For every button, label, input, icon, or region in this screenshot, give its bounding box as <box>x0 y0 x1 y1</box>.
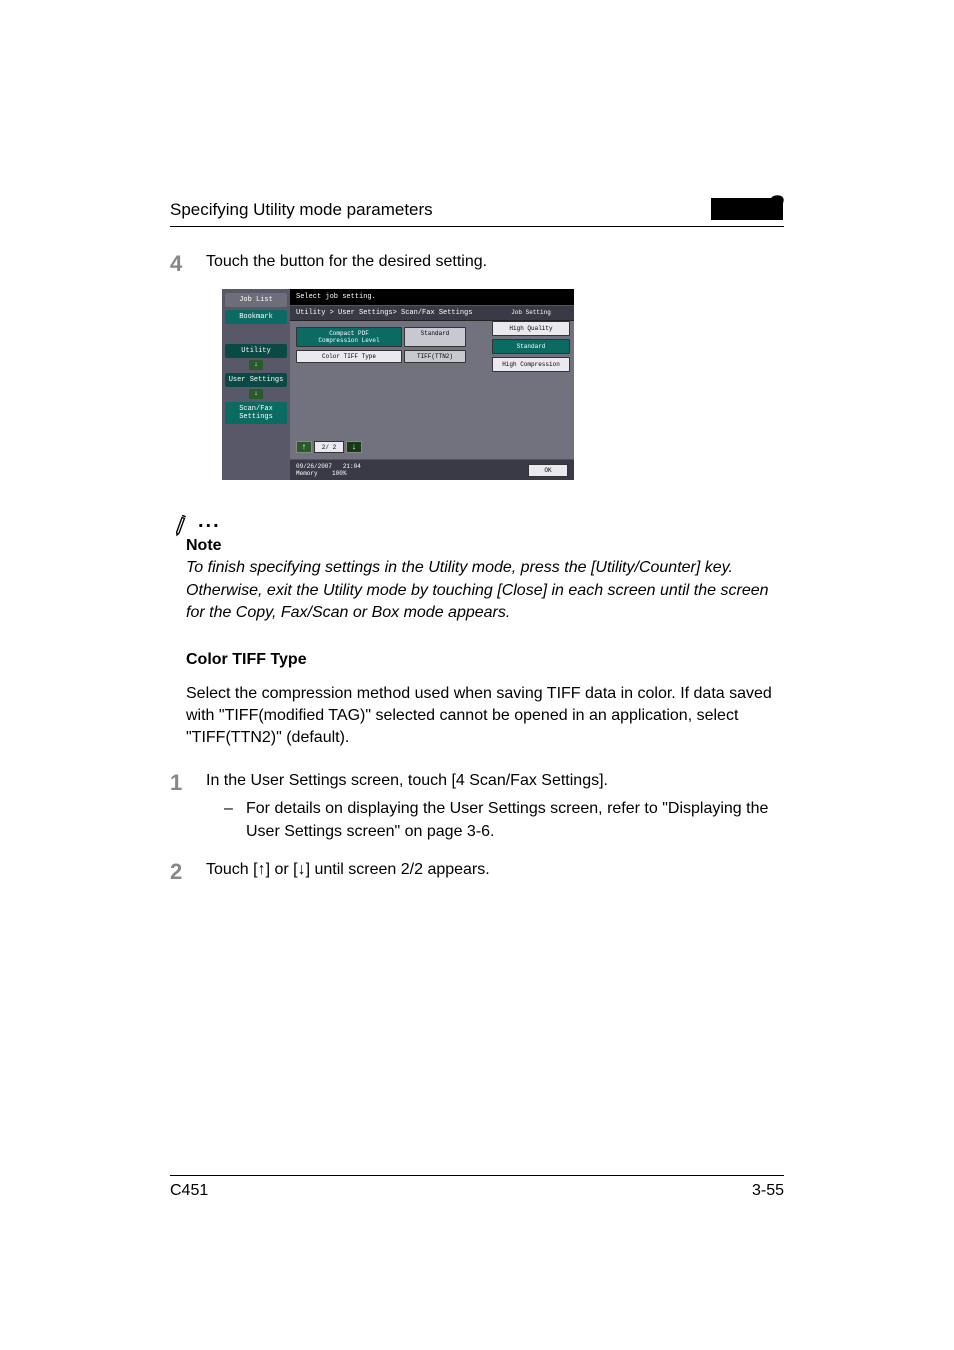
ss-right-panel: Select job setting. Utility > User Setti… <box>290 289 574 480</box>
ss-status-bar: 09/26/2007 21:04 Memory 100% OK <box>290 459 574 480</box>
step-number: 2 <box>170 859 206 883</box>
chapter-number-box: 3 <box>711 190 784 220</box>
ss-btn-standard[interactable]: Standard <box>492 339 570 354</box>
note-dots: ... <box>198 510 221 533</box>
ss-row-color-tiff: Color TIFF Type TIFF(TTN2) <box>296 350 466 363</box>
step-number: 4 <box>170 251 206 275</box>
chevron-down-icon: ↓ <box>249 389 263 399</box>
ss-job-setting-label: Job Setting <box>492 307 570 318</box>
ss-main-area: Compact PDF Compression Level Standard C… <box>290 321 574 459</box>
ss-tab-scan-fax[interactable]: Scan/Fax Settings <box>225 402 287 424</box>
footer-model: C451 <box>170 1182 208 1200</box>
note-body: To finish specifying settings in the Uti… <box>186 557 784 624</box>
footer-page-number: 3-55 <box>752 1182 784 1200</box>
ss-status-left: 09/26/2007 21:04 Memory 100% <box>296 463 361 477</box>
note-label: Note <box>186 537 784 555</box>
dash: – <box>224 798 246 843</box>
note-block: ... Note To finish specifying settings i… <box>170 510 784 624</box>
step-1: 1 In the User Settings screen, touch [4 … <box>170 770 784 843</box>
page: Specifying Utility mode parameters 3 4 T… <box>0 0 954 1350</box>
page-footer: C451 3-55 <box>170 1175 784 1200</box>
step-sub-text: For details on displaying the User Setti… <box>246 798 784 843</box>
ss-job-setting-col: Job Setting High Quality Standard High C… <box>492 307 570 372</box>
ss-val-compact-pdf: Standard <box>404 327 466 347</box>
ss-left-panel: Job List Bookmark Utility ↓ User Setting… <box>222 289 290 480</box>
step-text: In the User Settings screen, touch [4 Sc… <box>206 770 784 792</box>
ss-row-compact-pdf: Compact PDF Compression Level Standard <box>296 327 466 347</box>
ss-instruction: Select job setting. <box>290 289 574 305</box>
running-head-title: Specifying Utility mode parameters <box>170 200 433 220</box>
ss-status-mem-value: 100% <box>332 470 346 477</box>
note-head: ... <box>170 510 784 535</box>
ss-page-up-button[interactable]: ↑ <box>296 441 312 453</box>
step-2: 2 Touch [↑] or [↓] until screen 2/2 appe… <box>170 859 784 883</box>
ss-tab-user-settings[interactable]: User Settings <box>225 373 287 387</box>
chevron-down-icon: ↓ <box>249 360 263 370</box>
ss-tab-utility[interactable]: Utility <box>225 344 287 358</box>
step-sub-bullet: – For details on displaying the User Set… <box>206 798 784 843</box>
ok-button[interactable]: OK <box>528 464 568 477</box>
ss-page-number: 2/ 2 <box>314 441 344 453</box>
ss-pager: ↑ 2/ 2 ↓ <box>296 441 362 453</box>
step-number: 1 <box>170 770 206 843</box>
ss-val-color-tiff: TIFF(TTN2) <box>404 350 466 363</box>
section-title: Color TIFF Type <box>186 651 784 669</box>
step-4: 4 Touch the button for the desired setti… <box>170 251 784 275</box>
body-paragraph: Select the compression method used when … <box>186 683 784 750</box>
chapter-number: 3 <box>767 190 784 224</box>
ss-btn-color-tiff[interactable]: Color TIFF Type <box>296 350 402 363</box>
step-body: In the User Settings screen, touch [4 Sc… <box>206 770 784 843</box>
running-head: Specifying Utility mode parameters 3 <box>170 190 784 227</box>
ss-status-mem-label: Memory <box>296 470 318 477</box>
ss-btn-high-quality[interactable]: High Quality <box>492 321 570 336</box>
ss-status-time: 21:04 <box>343 463 361 470</box>
ss-btn-compact-pdf[interactable]: Compact PDF Compression Level <box>296 327 402 347</box>
device-screenshot: Job List Bookmark Utility ↓ User Setting… <box>222 289 784 480</box>
step-text: Touch [↑] or [↓] until screen 2/2 appear… <box>206 859 784 883</box>
ss-status-date: 09/26/2007 <box>296 463 332 470</box>
step-text: Touch the button for the desired setting… <box>206 251 784 275</box>
ss-tab-job-list[interactable]: Job List <box>225 293 287 307</box>
ss-page-down-button[interactable]: ↓ <box>346 441 362 453</box>
ss-btn-high-compression[interactable]: High Compression <box>492 357 570 372</box>
pencil-icon <box>166 510 195 539</box>
ss-tab-bookmark[interactable]: Bookmark <box>225 310 287 324</box>
ss-setting-list: Compact PDF Compression Level Standard C… <box>296 327 466 363</box>
